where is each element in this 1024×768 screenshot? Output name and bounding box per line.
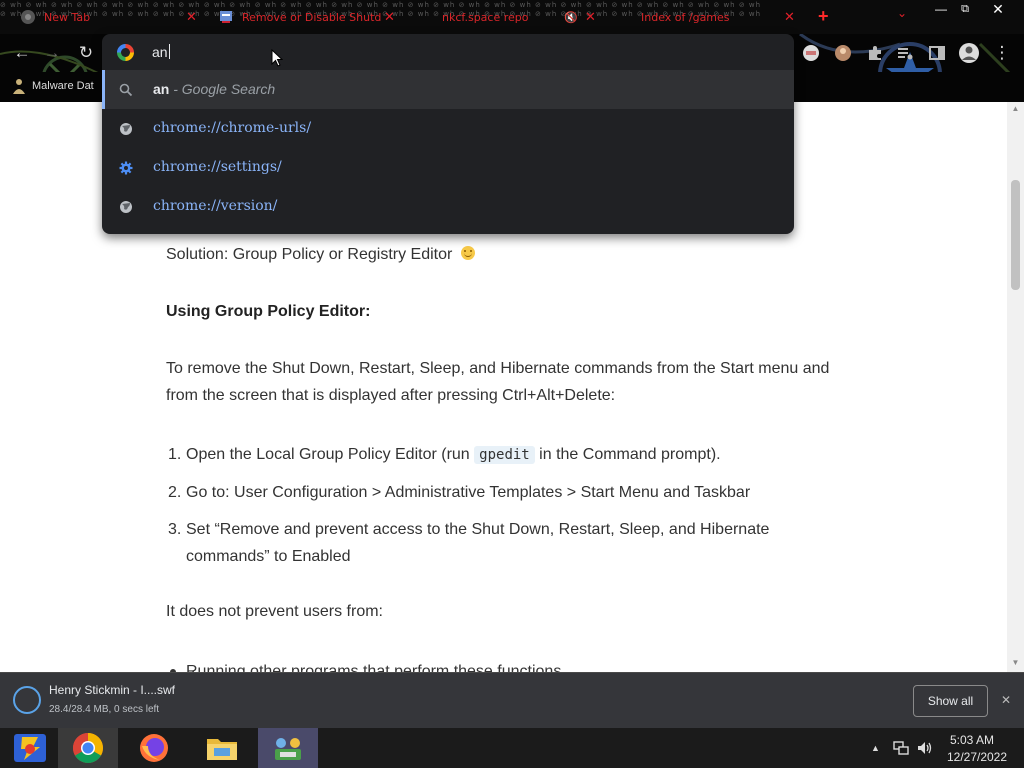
clock-date[interactable]: 12/27/2022 — [940, 750, 1014, 764]
scroll-down-arrow-icon[interactable]: ▼ — [1007, 658, 1024, 667]
smiley-emoji-icon — [460, 246, 475, 260]
show-hidden-icons-chevron-icon[interactable]: ▲ — [871, 743, 880, 753]
flashpoint-icon — [14, 734, 46, 762]
globe-icon — [120, 201, 132, 213]
close-window-button[interactable]: ✕ — [983, 0, 1013, 18]
tab-title: nkcf.space repo — [442, 10, 529, 24]
network-icon[interactable] — [893, 741, 909, 755]
close-tab-icon[interactable]: ✕ — [186, 9, 197, 25]
step-text: in the Command prompt). — [534, 446, 721, 463]
suggestion-chrome-version[interactable]: chrome://version/ — [102, 187, 794, 226]
tab-nkcf-repo[interactable]: nkcf.space repo 🔇 ✕ — [420, 4, 610, 30]
suggestion-url: chrome://settings/ — [153, 159, 282, 175]
back-button[interactable]: ← — [10, 42, 34, 64]
reload-button[interactable]: ↻ — [74, 42, 98, 64]
suggestion-suffix: - Google Search — [169, 81, 276, 97]
suggestion-chrome-settings[interactable]: chrome://settings/ — [102, 148, 794, 187]
solution-text: Solution: Group Policy or Registry Edito… — [166, 246, 453, 263]
inline-code: gpedit — [474, 446, 535, 464]
site-favicon-icon — [220, 11, 232, 23]
volume-icon[interactable] — [917, 741, 933, 755]
address-bar[interactable]: an — [102, 34, 794, 70]
tab-search-chevron-icon[interactable]: ⌄ — [897, 6, 907, 20]
side-panel-icon[interactable] — [928, 44, 946, 62]
forward-button[interactable]: → — [40, 42, 64, 64]
steps-list: 1. Open the Local Group Policy Editor (ru… — [166, 441, 836, 580]
suggestion-chrome-urls[interactable]: chrome://chrome-urls/ — [102, 109, 794, 148]
step-text: Open the Local Group Policy Editor (run — [186, 446, 475, 463]
not-prevent-paragraph: It does not prevent users from: — [166, 603, 383, 620]
taskbar-app-firefox[interactable] — [124, 728, 184, 768]
chrome-menu-button[interactable]: ⋮ — [990, 42, 1014, 64]
windows-taskbar: ▲ 5:03 AM 12/27/2022 — [0, 728, 1024, 768]
scrollbar-thumb[interactable] — [1011, 180, 1020, 290]
tab-new-tab[interactable]: New Tab ✕ — [20, 4, 210, 30]
tab-title: Remove or Disable Shutd — [242, 10, 382, 24]
taskbar-app-chrome[interactable] — [58, 728, 118, 768]
tab-index-games[interactable]: Index of /games ✕ — [618, 4, 808, 30]
profile-photo-icon[interactable] — [834, 44, 852, 62]
list-item: 1. Open the Local Group Policy Editor (ru… — [166, 441, 836, 469]
section-heading: Using Group Policy Editor: — [166, 303, 371, 320]
gear-icon — [119, 161, 133, 175]
close-tab-icon[interactable]: ✕ — [784, 9, 795, 25]
mouse-cursor-icon — [271, 49, 283, 67]
tab-strip: ⊘ wh ⊘ wh ⊘ wh ⊘ wh ⊘ wh ⊘ wh ⊘ wh ⊘ wh … — [0, 0, 1024, 34]
solution-paragraph: Solution: Group Policy or Registry Edito… — [166, 241, 475, 268]
omnibox-dropdown: an an - Google Search chrome://chrome-ur… — [102, 34, 794, 234]
list-item: 3. Set “Remove and prevent access to the … — [166, 516, 836, 570]
bullet-text: Running other programs that perform thes… — [186, 663, 562, 672]
clock-time[interactable]: 5:03 AM — [940, 733, 1004, 747]
bookmark-malware-dat[interactable]: Malware Dat — [12, 78, 94, 94]
restore-button[interactable]: ⧉ — [950, 0, 980, 18]
taskbar-app-flashpoint[interactable] — [0, 728, 60, 768]
typed-text: an — [152, 44, 168, 60]
suggestion-url: chrome://version/ — [153, 198, 278, 214]
close-tab-icon[interactable]: ✕ — [384, 9, 395, 25]
download-filename[interactable]: Henry Stickmin - I....swf — [49, 683, 175, 697]
scroll-up-arrow-icon[interactable]: ▲ — [1007, 104, 1024, 113]
extension-avatar-icon[interactable] — [802, 44, 820, 62]
google-logo-icon — [117, 44, 134, 61]
tab-remove-disable[interactable]: Remove or Disable Shutd ✕ — [218, 4, 408, 30]
globe-icon — [120, 123, 132, 135]
address-input[interactable]: an — [152, 44, 170, 60]
taskbar-app-file-explorer[interactable] — [192, 728, 252, 768]
list-item: 2. Go to: User Configuration > Administra… — [166, 479, 836, 506]
firefox-icon — [140, 734, 168, 762]
bullet-item: Running other programs that perform thes… — [166, 658, 561, 672]
intro-paragraph: To remove the Shut Down, Restart, Sleep,… — [166, 360, 830, 404]
launcher-icon — [275, 738, 301, 760]
vertical-scrollbar[interactable]: ▲ ▼ — [1007, 102, 1024, 672]
suggestion-url: chrome://chrome-urls/ — [153, 120, 312, 136]
show-all-button[interactable]: Show all — [913, 685, 988, 717]
step-number: 2. — [168, 484, 182, 501]
close-tab-icon[interactable]: ✕ — [585, 9, 596, 25]
person-icon — [13, 79, 25, 94]
new-tab-button[interactable]: + — [818, 6, 829, 27]
step-text: Set “Remove and prevent access to the Sh… — [186, 521, 770, 565]
extensions-puzzle-icon[interactable] — [866, 44, 884, 62]
step-number: 3. — [168, 521, 182, 538]
download-progress-ring-icon[interactable] — [13, 686, 41, 714]
chrome-icon — [21, 10, 35, 24]
media-control-icon[interactable] — [896, 44, 914, 62]
close-download-bar-icon[interactable]: ✕ — [1001, 693, 1011, 707]
suggestion-query: an — [153, 81, 170, 97]
suggestion-google-search[interactable]: an - Google Search — [102, 70, 794, 109]
search-icon — [119, 83, 133, 97]
text-caret — [168, 44, 170, 59]
profile-avatar-icon[interactable] — [958, 42, 980, 64]
speaker-muted-icon[interactable]: 🔇 — [564, 11, 578, 24]
step-number: 1. — [168, 446, 182, 463]
bookmark-label: Malware Dat — [32, 80, 94, 92]
tab-title: New Tab — [44, 10, 91, 24]
taskbar-app-launcher[interactable] — [258, 728, 318, 768]
download-status: 28.4/28.4 MB, 0 secs left — [49, 704, 160, 715]
tab-title: Index of /games — [641, 10, 730, 24]
chrome-icon — [72, 733, 104, 764]
download-bar: Henry Stickmin - I....swf 28.4/28.4 MB, … — [0, 672, 1024, 728]
step-text: Go to: User Configuration > Administrati… — [186, 484, 751, 501]
file-explorer-icon — [207, 739, 237, 760]
